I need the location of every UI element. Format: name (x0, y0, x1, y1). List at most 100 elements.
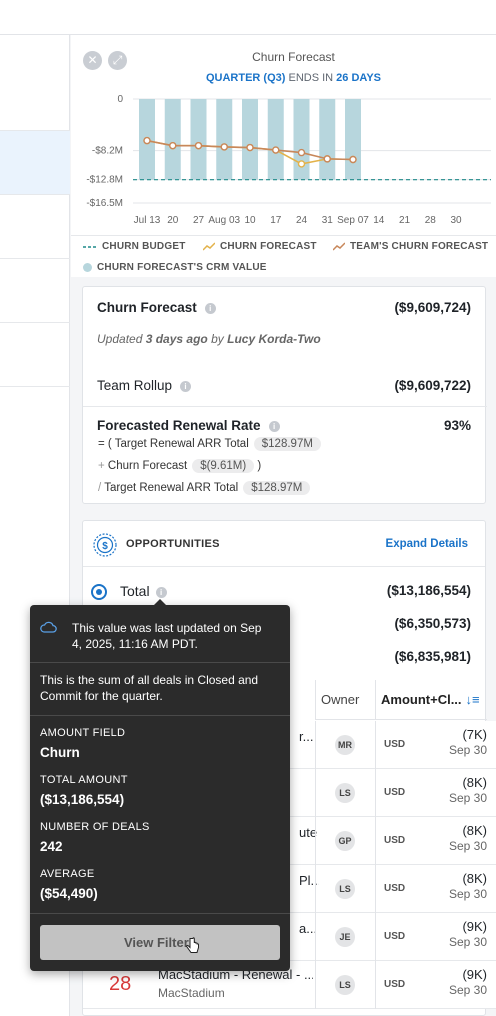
data-point (194, 141, 203, 150)
team-rollup-label-text: Team Rollup (97, 378, 173, 393)
closed-value: ($6,350,573) (394, 616, 471, 631)
updated-prefix: Updated (97, 332, 143, 346)
data-point (246, 143, 254, 152)
data-point (349, 155, 357, 164)
owner-header[interactable]: Owner (315, 680, 375, 720)
amount-cell: (8K) Sep 30 (449, 823, 487, 853)
left-list-row[interactable] (0, 259, 70, 323)
formula-text: Target Renewal ARR Total (104, 482, 239, 494)
updated-line: Updated 3 days ago by Lucy Korda-Two (97, 332, 321, 346)
close-day-number: 28 (109, 973, 132, 995)
x-tick-label: Sep 07 (337, 215, 369, 226)
close-date: Sep 30 (448, 839, 487, 853)
close-date: Sep 30 (448, 887, 487, 901)
left-list-row-selected[interactable] (0, 131, 70, 195)
sort-desc-icon[interactable]: ↓≡ (466, 692, 480, 707)
divider (30, 715, 290, 716)
legend-item-budget: CHURN BUDGET (83, 241, 186, 252)
data-point (169, 141, 177, 150)
owner-avatar[interactable]: LS (335, 975, 355, 995)
trend-line-icon (203, 242, 215, 251)
currency-code: USD (384, 787, 406, 798)
amount-value: (8K) (462, 823, 487, 838)
expand-details-link[interactable]: Expand Details (386, 538, 468, 550)
formula-text: = ( Target Renewal ARR Total (98, 438, 249, 450)
view-filters-button[interactable]: View Filters (40, 925, 280, 960)
total-amount-value: ($13,186,554) (40, 792, 125, 807)
opportunity-name[interactable]: r... (299, 729, 319, 744)
x-tick-label: 24 (296, 215, 308, 226)
team-rollup-value: ($9,609,722) (394, 378, 471, 393)
divider (30, 913, 290, 914)
amount-cell: (8K) Sep 30 (449, 775, 487, 805)
x-tick-label: Aug 03 (208, 215, 240, 226)
amount-header[interactable]: Amount+Cl... ↓≡ (375, 680, 487, 720)
account-name: MacStadium (158, 986, 225, 1000)
x-tick-label: 27 (193, 215, 205, 226)
column-divider (315, 769, 316, 817)
legend-item-forecast: CHURN FORECAST (203, 241, 317, 252)
info-icon[interactable]: i (155, 586, 167, 598)
left-list-row[interactable] (0, 35, 70, 131)
total-value: ($13,186,554) (386, 583, 471, 598)
info-icon[interactable]: i (204, 302, 216, 314)
amount-cell: (9K) Sep 30 (449, 967, 487, 997)
left-list-row[interactable] (0, 323, 70, 387)
bar (242, 99, 258, 180)
amount-value: (7K) (462, 727, 487, 742)
currency-code: USD (384, 835, 406, 846)
tooltip-description: This is the sum of all deals in Closed a… (40, 673, 259, 703)
svg-text:$: $ (102, 541, 108, 552)
legend-label: CHURN FORECAST'S CRM VALUE (97, 262, 267, 273)
y-tick-label: 0 (117, 94, 123, 105)
updated-by: by (211, 332, 224, 346)
close-date: Sep 30 (448, 791, 487, 805)
churn-forecast-value: ($9,609,724) (394, 300, 471, 315)
owner-avatar[interactable]: LS (335, 879, 355, 899)
currency-code: USD (384, 931, 406, 942)
x-tick-label: 28 (425, 215, 437, 226)
amount-cell: (8K) Sep 30 (449, 871, 487, 901)
column-divider (375, 913, 376, 961)
churn-forecast-label: Churn Forecast i (97, 300, 216, 315)
formula-text: ) (257, 460, 262, 472)
currency-code: USD (384, 739, 406, 750)
opportunity-name[interactable]: Pl... (299, 873, 319, 888)
close-date: Sep 30 (448, 743, 487, 757)
amount-value: (9K) (462, 967, 487, 982)
owner-avatar[interactable]: LS (335, 783, 355, 803)
left-list-row[interactable] (0, 195, 70, 259)
opportunity-name[interactable]: a... (299, 921, 319, 936)
renewal-rate-label: Forecasted Renewal Rate i (97, 418, 280, 433)
bar (216, 99, 233, 180)
updated-user: Lucy Korda-Two (227, 332, 321, 346)
amount-cell: (9K) Sep 30 (449, 919, 487, 949)
info-icon[interactable]: i (180, 380, 192, 392)
commit-value: ($6,835,981) (394, 649, 471, 664)
amount-value: (8K) (462, 871, 487, 886)
total-info-tooltip: This value was last updated on Sep 4, 20… (30, 599, 290, 971)
info-icon[interactable]: i (268, 420, 280, 432)
formula-pill: $128.97M (253, 437, 321, 451)
column-divider (375, 721, 376, 769)
data-point (297, 160, 306, 168)
x-tick-label: 21 (399, 215, 411, 226)
total-amount-label: TOTAL AMOUNT (40, 774, 128, 786)
legend-label: CHURN BUDGET (102, 241, 186, 252)
total-radio[interactable] (91, 584, 107, 600)
opportunity-name[interactable]: ute (299, 825, 319, 840)
column-divider (375, 769, 376, 817)
formula-pill: $128.97M (243, 481, 311, 495)
close-date: Sep 30 (448, 935, 487, 949)
bar (164, 99, 181, 180)
owner-avatar[interactable]: GP (335, 831, 355, 851)
legend-item-team: TEAM'S CHURN FORECAST (333, 241, 488, 252)
data-point (297, 148, 306, 157)
top-bar (0, 0, 496, 35)
tooltip-updated-text: This value was last updated on Sep 4, 20… (72, 621, 262, 651)
legend-label: TEAM'S CHURN FORECAST (350, 241, 489, 252)
owner-avatar[interactable]: MR (335, 735, 355, 755)
formula-operator: + (98, 460, 105, 472)
owner-avatar[interactable]: JE (335, 927, 355, 947)
bar (267, 99, 284, 180)
